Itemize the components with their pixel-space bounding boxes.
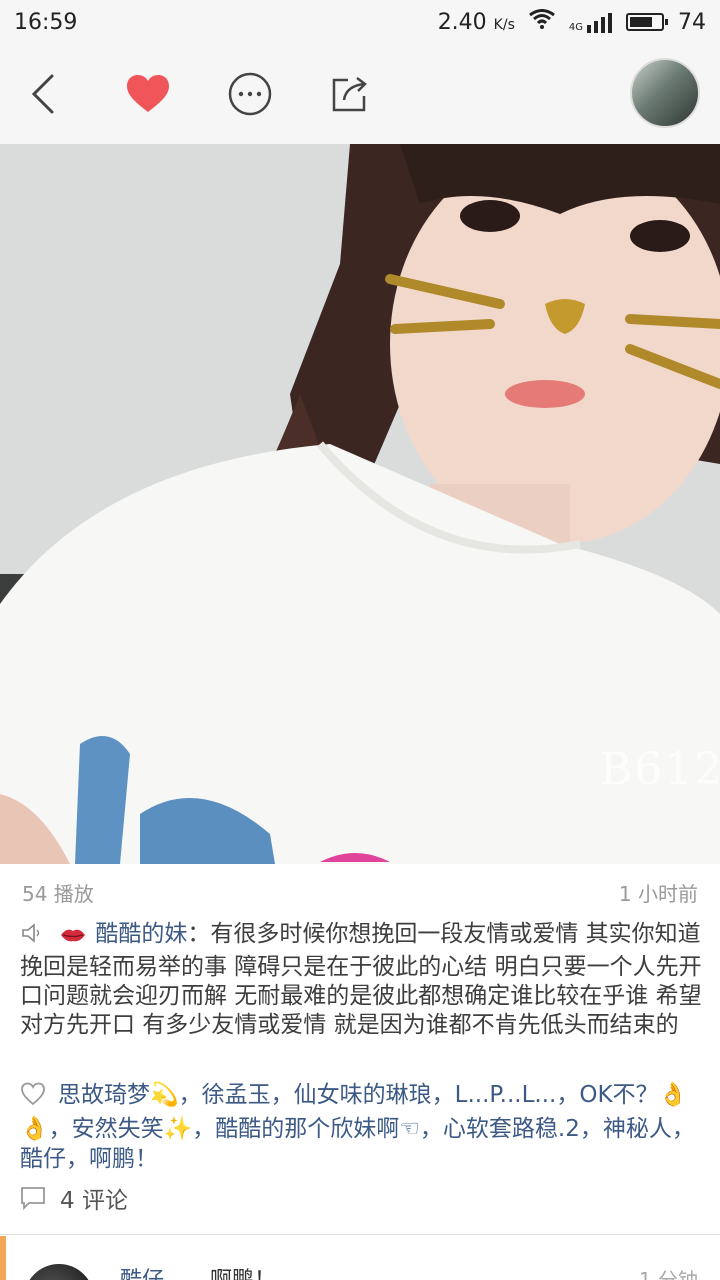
comment-time: 1 分钟	[638, 1268, 698, 1280]
nav-bar	[0, 44, 720, 144]
post-meta: 54 播放 1 小时前	[22, 872, 698, 912]
post-time: 1 小时前	[618, 881, 698, 906]
battery-fill	[630, 17, 653, 27]
chevron-left-icon	[31, 74, 54, 114]
comment-item[interactable]: 酷仔 啊鹏！ 1 分钟	[0, 1236, 720, 1280]
post-photo[interactable]: B612	[0, 144, 720, 864]
comments-count[interactable]: 4 评论	[20, 1180, 128, 1216]
speaker-icon[interactable]	[20, 921, 44, 953]
lips-icon	[59, 924, 87, 953]
status-bar: 16:59 2.40 K/s 4G 74	[0, 0, 720, 44]
share-button[interactable]	[320, 44, 380, 144]
likes-names[interactable]: 思故琦梦💫，徐孟玉，仙女味的琳琅，L...P...L...，OK不？👌👌，安然失…	[20, 1082, 695, 1172]
battery-icon	[626, 13, 668, 31]
play-count: 54 播放	[22, 881, 94, 906]
scroll-accent	[0, 1236, 6, 1280]
back-button[interactable]	[12, 44, 72, 144]
user-avatar[interactable]	[630, 58, 700, 128]
likes-list: 思故琦梦💫，徐孟玉，仙女味的琳琅，L...P...L...，OK不？👌👌，安然失…	[20, 1080, 702, 1174]
more-icon	[228, 72, 272, 116]
share-icon	[332, 77, 367, 112]
comment-text: 啊鹏！	[210, 1262, 276, 1280]
wifi-icon	[528, 9, 555, 35]
heart-outline-icon[interactable]	[20, 1082, 46, 1114]
photo-watermark: B612	[600, 744, 720, 795]
battery-percent: 74	[678, 9, 706, 35]
comment-icon	[21, 1187, 45, 1210]
commenter-avatar[interactable]	[24, 1264, 94, 1280]
status-time: 16:59	[14, 9, 78, 35]
divider	[0, 1234, 720, 1235]
post-author[interactable]: 酷酷的妹	[95, 921, 187, 947]
comments-count-label: 4 评论	[60, 1188, 128, 1214]
commenter-name[interactable]: 酷仔	[120, 1262, 164, 1280]
status-icons: 2.40 K/s 4G 74	[438, 9, 706, 35]
post-caption: 酷酷的妹：有很多时候你想挽回一段友情或爱情 其实你知道挽回是轻而易举的事 障碍只…	[20, 920, 702, 1040]
network-speed: 2.40 K/s	[437, 9, 515, 35]
like-button[interactable]	[118, 44, 178, 144]
more-button[interactable]	[220, 44, 280, 144]
heart-icon	[127, 75, 169, 112]
cellular-signal-icon: 4G	[569, 11, 612, 33]
